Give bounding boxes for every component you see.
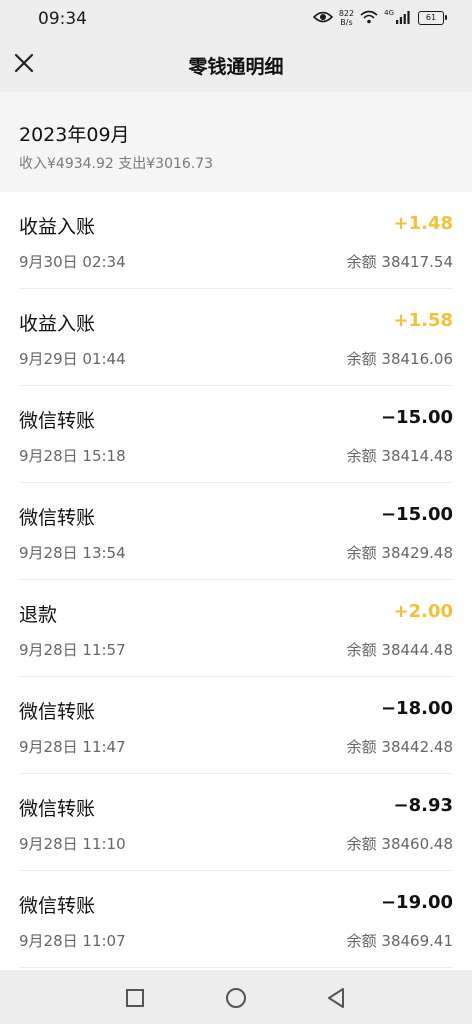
tx-amount: +1.48 — [393, 213, 454, 234]
tx-date: 9月30日 02:34 — [19, 253, 126, 271]
tx-title: 退款 — [19, 604, 58, 626]
home-button[interactable] — [222, 984, 250, 1012]
list-item[interactable]: 微信转账 −18.00 9月28日 11:47 余额 38442.48 — [19, 677, 453, 774]
month-selector[interactable]: 2023年09月 — [19, 120, 130, 147]
list-item[interactable]: 微信转账 −15.00 9月28日 13:54 余额 38429.48 — [19, 483, 453, 580]
transaction-list[interactable]: 收益入账 +1.48 9月30日 02:34 余额 38417.54 收益入账 … — [0, 192, 472, 970]
tx-title: 微信转账 — [19, 701, 96, 723]
eye-icon — [312, 9, 333, 28]
tx-balance: 余额 38429.48 — [346, 544, 453, 562]
tx-date: 9月28日 13:54 — [19, 544, 126, 562]
month-summary[interactable]: 2023年09月 收入¥4934.92 支出¥3016.73 — [0, 92, 472, 192]
tx-balance: 余额 38414.48 — [346, 447, 453, 465]
list-item[interactable]: 微信转账 −19.00 9月28日 11:07 余额 38469.41 — [19, 871, 453, 968]
circle-icon — [226, 988, 246, 1008]
tx-amount: +2.00 — [393, 601, 454, 622]
network-type-label: 4G — [384, 9, 394, 17]
status-time: 09:34 — [38, 9, 87, 29]
tx-balance: 余额 38460.48 — [346, 835, 453, 853]
tx-title: 微信转账 — [19, 798, 96, 820]
tx-title: 微信转账 — [19, 507, 96, 529]
tx-amount: −8.93 — [393, 795, 454, 816]
tx-date: 9月28日 11:57 — [19, 641, 126, 659]
tx-balance: 余额 38417.54 — [346, 253, 453, 271]
month-totals: 收入¥4934.92 支出¥3016.73 — [19, 156, 214, 172]
tx-date: 9月28日 11:07 — [19, 932, 126, 950]
tx-balance: 余额 38442.48 — [346, 738, 453, 756]
tx-balance: 余额 38416.06 — [346, 350, 453, 368]
tx-title: 收益入账 — [19, 216, 96, 238]
list-item[interactable]: 收益入账 +1.58 9月29日 01:44 余额 38416.06 — [19, 289, 453, 386]
tx-title: 收益入账 — [19, 313, 96, 335]
system-nav-bar — [0, 970, 472, 1024]
tx-amount: −15.00 — [380, 407, 453, 428]
triangle-back-icon — [328, 988, 344, 1008]
tx-date: 9月28日 11:10 — [19, 835, 126, 853]
tx-title: 微信转账 — [19, 895, 96, 917]
nav-header: 零钱通明细 — [0, 36, 472, 92]
page-title: 零钱通明细 — [188, 56, 284, 78]
square-icon — [126, 989, 144, 1007]
tx-date: 9月28日 11:47 — [19, 738, 126, 756]
net-speed: 822 B/s — [339, 9, 354, 27]
net-speed-unit: B/s — [340, 18, 353, 27]
tx-balance: 余额 38444.48 — [346, 641, 453, 659]
tx-amount: −19.00 — [380, 892, 453, 913]
list-item[interactable]: 收益入账 +1.48 9月30日 02:34 余额 38417.54 — [19, 192, 453, 289]
net-speed-value: 822 — [338, 9, 355, 18]
recents-button[interactable] — [121, 984, 149, 1012]
status-indicators: 822 B/s 4G 61 — [312, 7, 447, 29]
list-item[interactable]: 微信转账 −8.93 9月28日 11:10 余额 38460.48 — [19, 774, 453, 871]
back-button[interactable] — [322, 984, 350, 1012]
status-bar: 09:34 822 B/s 4G 61 — [0, 0, 472, 36]
battery-level: 61 — [425, 13, 437, 22]
battery-icon: 61 — [418, 11, 447, 25]
list-item[interactable]: 微信转账 −15.00 9月28日 15:18 余额 38414.48 — [19, 386, 453, 483]
screen: 09:34 822 B/s 4G 61 零钱通明细 2023年09月 收入¥49… — [0, 0, 472, 1024]
tx-balance: 余额 38469.41 — [346, 932, 453, 950]
tx-title: 微信转账 — [19, 410, 96, 432]
tx-date: 9月29日 01:44 — [19, 350, 126, 368]
signal-icon — [396, 9, 410, 28]
tx-amount: +1.58 — [393, 310, 454, 331]
tx-amount: −18.00 — [380, 698, 453, 719]
tx-amount: −15.00 — [380, 504, 453, 525]
list-item[interactable]: 退款 +2.00 9月28日 11:57 余额 38444.48 — [19, 580, 453, 677]
wifi-icon — [360, 9, 378, 28]
tx-date: 9月28日 15:18 — [19, 447, 126, 465]
